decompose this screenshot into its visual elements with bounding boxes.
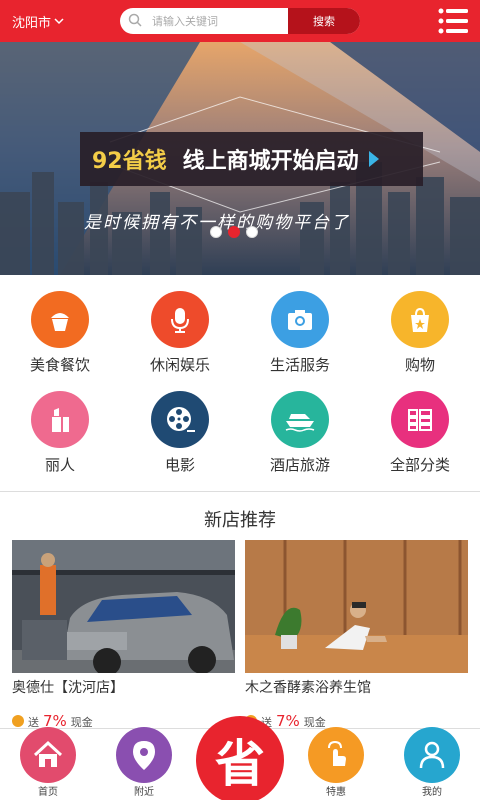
nav-nearby[interactable]: 附近 — [109, 727, 179, 800]
nav-label: 附近 — [134, 787, 154, 798]
nav-mine[interactable]: 我的 — [397, 727, 467, 800]
search-button[interactable]: 搜索 — [288, 8, 360, 34]
shopping-bag-icon — [391, 291, 449, 348]
store-card[interactable]: 木之香酵素浴养生馆 送 7% 现金 — [245, 540, 468, 730]
carousel-dots — [210, 226, 258, 238]
category-label: 美食餐饮 — [29, 356, 90, 374]
category-movie[interactable]: 电影 — [120, 375, 240, 475]
store-photo-enzyme-bath — [245, 540, 468, 673]
hand-tap-icon — [308, 727, 364, 783]
city-name: 沈阳市 — [12, 16, 52, 31]
carousel-dot[interactable] — [246, 226, 258, 238]
boat-icon — [271, 391, 329, 448]
home-icon — [20, 727, 76, 783]
banner-headline-main: 线上商城开始启动 — [182, 149, 359, 174]
chevron-down-icon — [54, 18, 64, 25]
nav-home[interactable]: 首页 — [13, 727, 83, 800]
category-shopping[interactable]: 购物 — [360, 275, 480, 375]
nav-label: 我的 — [422, 787, 442, 798]
coin-icon — [12, 715, 24, 727]
nav-label: 首页 — [38, 787, 58, 798]
search-bar: 搜索 — [120, 8, 360, 34]
search-input[interactable] — [152, 8, 292, 34]
center-save-button[interactable]: 省 — [196, 716, 284, 800]
microphone-icon — [151, 291, 209, 348]
promo-banner[interactable]: 92省钱 线上商城开始启动 是时候拥有不一样的购物平台了 — [0, 42, 480, 275]
location-pin-icon — [116, 727, 172, 783]
play-arrow-icon — [368, 151, 379, 167]
nav-label: 特惠 — [326, 787, 346, 798]
category-leisure[interactable]: 休闲娱乐 — [120, 275, 240, 375]
camera-icon — [271, 291, 329, 348]
category-grid: 美食餐饮 休闲娱乐 生活服务 购物 丽人 电影 酒店旅游 全部分类 — [0, 275, 480, 491]
cupcake-icon — [31, 291, 89, 348]
user-icon — [404, 727, 460, 783]
search-icon — [128, 13, 142, 27]
section-title: 新店推荐 — [204, 510, 276, 531]
category-label: 全部分类 — [389, 456, 450, 474]
category-food[interactable]: 美食餐饮 — [0, 275, 120, 375]
store-name: 奥德仕【沈河店】 — [12, 680, 124, 696]
city-selector[interactable]: 沈阳市 — [12, 12, 64, 31]
carousel-dot[interactable] — [210, 226, 222, 238]
store-photo-car-wash — [12, 540, 235, 673]
store-card[interactable]: 奥德仕【沈河店】 送 7% 现金 — [12, 540, 235, 730]
carousel-dot-active[interactable] — [228, 226, 240, 238]
category-label: 生活服务 — [269, 356, 330, 374]
center-save-label: 省 — [215, 734, 265, 793]
category-label: 休闲娱乐 — [149, 356, 210, 374]
banner-headline-highlight: 92省钱 — [92, 149, 167, 174]
banner-headline: 92省钱 线上商城开始启动 — [80, 132, 423, 186]
grid-list-icon — [391, 391, 449, 448]
store-name: 木之香酵素浴养生馆 — [245, 680, 371, 696]
menu-icon[interactable] — [436, 6, 470, 36]
category-hotel-travel[interactable]: 酒店旅游 — [240, 375, 360, 475]
category-beauty[interactable]: 丽人 — [0, 375, 120, 475]
top-header: 沈阳市 搜索 — [0, 0, 480, 42]
category-all[interactable]: 全部分类 — [360, 375, 480, 475]
nav-deals[interactable]: 特惠 — [301, 727, 371, 800]
category-label: 购物 — [404, 356, 435, 374]
category-label: 酒店旅游 — [269, 456, 330, 474]
section-divider — [0, 491, 480, 492]
category-label: 电影 — [164, 456, 195, 474]
film-reel-icon — [151, 391, 209, 448]
lipstick-icon — [31, 391, 89, 448]
category-label: 丽人 — [44, 456, 75, 474]
category-life-service[interactable]: 生活服务 — [240, 275, 360, 375]
